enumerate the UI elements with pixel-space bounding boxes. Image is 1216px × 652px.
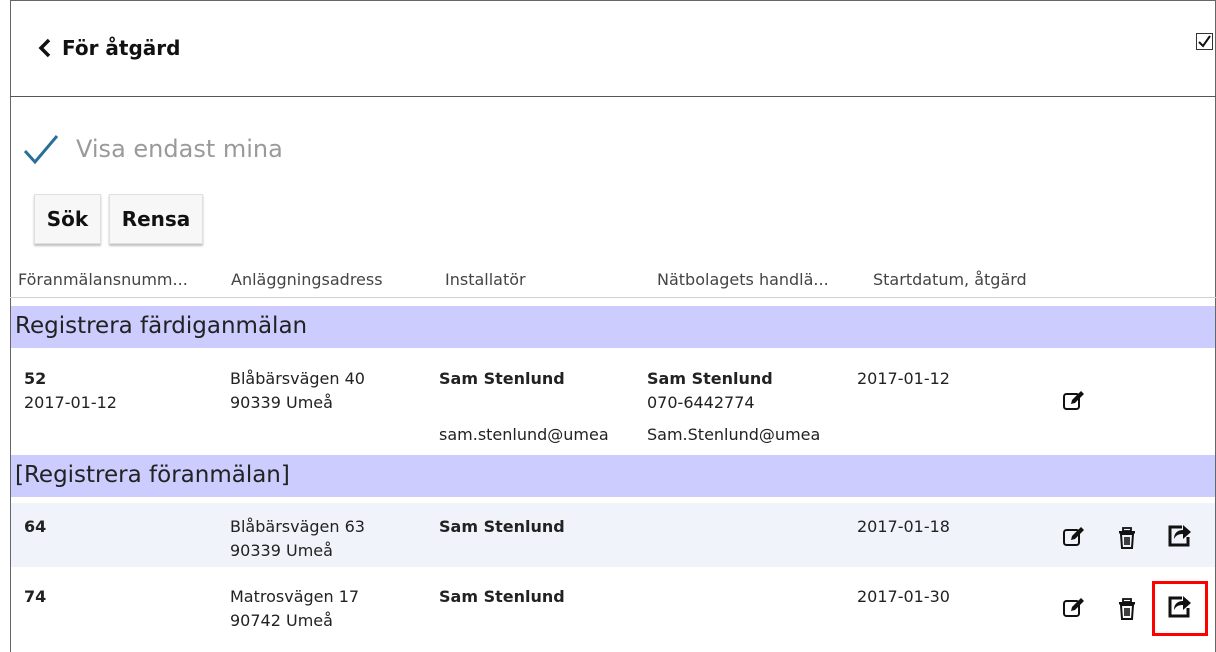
checkmark-icon: [23, 135, 59, 165]
chevron-left-icon: [38, 38, 51, 58]
table-row[interactable]: 52 2017-01-12 Blåbärsvägen 40 90339 Umeå…: [11, 352, 1215, 448]
group-header-finish-registration[interactable]: Registrera färdiganmälan: [11, 306, 1215, 348]
column-header-start-date[interactable]: Startdatum, åtgärd: [873, 270, 1027, 289]
row-installer: Sam Stenlund: [439, 587, 565, 606]
forward-icon[interactable]: [1168, 523, 1192, 547]
column-header-id[interactable]: Föranmälansnumm...: [18, 270, 188, 289]
column-header-handler[interactable]: Nätbolagets handlä...: [657, 270, 829, 289]
column-header-installer[interactable]: Installatör: [445, 270, 526, 289]
row-address-postal: 90339 Umeå: [230, 541, 333, 560]
checkmark-icon: [1198, 35, 1211, 48]
back-label: För åtgärd: [62, 36, 181, 60]
show-only-mine-label: Visa endast mina: [76, 135, 283, 163]
back-button[interactable]: För åtgärd: [38, 36, 180, 60]
row-start-date: 2017-01-12: [857, 369, 950, 388]
group-header-preregistration[interactable]: [Registrera föranmälan]: [11, 455, 1215, 497]
trash-icon[interactable]: [1116, 526, 1140, 550]
table-row[interactable]: 64 Blåbärsvägen 63 90339 Umeå Sam Stenlu…: [11, 503, 1215, 567]
row-start-date: 2017-01-30: [857, 587, 950, 606]
row-handler: Sam Stenlund: [647, 369, 773, 388]
column-header-address[interactable]: Anläggningsadress: [231, 270, 383, 289]
row-address-street: Matrosvägen 17: [230, 587, 360, 606]
row-installer: Sam Stenlund: [439, 369, 565, 388]
row-address-street: Blåbärsvägen 63: [230, 517, 365, 536]
clear-button[interactable]: Rensa: [109, 194, 203, 244]
row-address-postal: 90742 Umeå: [230, 611, 333, 630]
table-row[interactable]: 74 Matrosvägen 17 90742 Umeå Sam Stenlun…: [11, 570, 1215, 652]
header-divider: [10, 297, 1216, 298]
edit-icon[interactable]: [1062, 596, 1086, 620]
row-installer: Sam Stenlund: [439, 517, 565, 536]
row-handler-email: Sam.Stenlund@umea: [647, 425, 821, 444]
row-address-street: Blåbärsvägen 40: [230, 369, 365, 388]
trash-icon[interactable]: [1116, 597, 1140, 621]
row-id: 74: [24, 587, 47, 606]
row-date: 2017-01-12: [24, 393, 117, 412]
row-address-postal: 90339 Umeå: [230, 393, 333, 412]
row-installer-email: sam.stenlund@umea: [439, 425, 609, 444]
row-start-date: 2017-01-18: [857, 517, 950, 536]
highlight-box: [1152, 581, 1208, 636]
search-button[interactable]: Sök: [34, 194, 101, 244]
page-header: För åtgärd: [10, 0, 1216, 97]
edit-icon[interactable]: [1062, 389, 1086, 413]
edit-icon[interactable]: [1062, 525, 1086, 549]
show-only-mine-toggle[interactable]: Visa endast mina: [22, 132, 283, 166]
row-handler-phone: 070-6442774: [647, 393, 755, 412]
row-id: 52: [24, 369, 47, 388]
header-checkbox[interactable]: [1196, 33, 1213, 50]
row-id: 64: [24, 517, 47, 536]
